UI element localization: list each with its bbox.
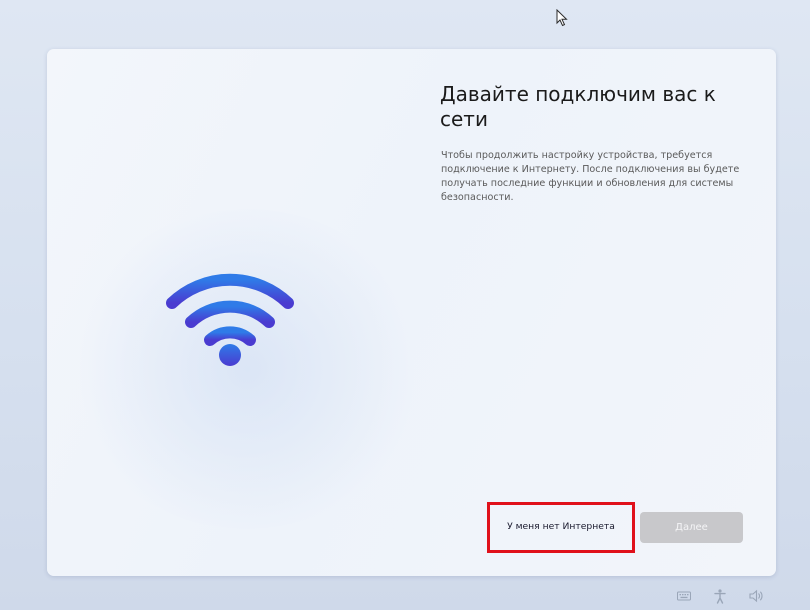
keyboard-icon[interactable] [676, 588, 692, 604]
next-button[interactable]: Далее [640, 512, 743, 543]
system-tray [672, 588, 772, 606]
accessibility-icon[interactable] [712, 588, 728, 604]
mouse-pointer-icon [556, 9, 568, 27]
volume-icon[interactable] [748, 588, 764, 604]
page-title: Давайте подключим вас к сети [440, 82, 716, 131]
wifi-icon [166, 273, 294, 366]
highlight-annotation-box [487, 502, 635, 553]
page-description: Чтобы продолжить настройку устройства, т… [441, 150, 740, 203]
setup-dialog: Давайте подключим вас к сети Чтобы продо… [47, 49, 776, 576]
